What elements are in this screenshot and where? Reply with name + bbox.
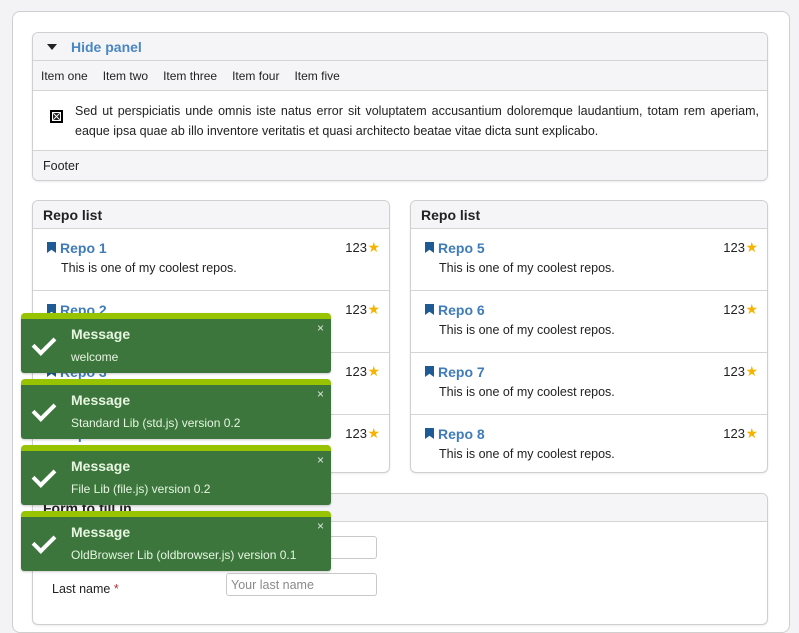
close-icon[interactable]: ×: [317, 519, 324, 533]
repo-list-right: Repo list Repo 5 This is one of my coole…: [410, 200, 768, 473]
panel-body-text: Sed ut perspiciatis unde omnis iste natu…: [75, 103, 759, 138]
star-count: 123: [345, 240, 367, 255]
toast-notification: Message welcome ×: [21, 313, 331, 373]
toast-notification: Message Standard Lib (std.js) version 0.…: [21, 379, 331, 439]
panel-menu: Item one Item two Item three Item four I…: [33, 61, 767, 91]
repo-item: Repo 8 This is one of my coolest repos. …: [411, 415, 767, 472]
toast-title: Message: [71, 524, 131, 540]
toast-title: Message: [71, 326, 131, 342]
last-name-label-text: Last name: [52, 582, 111, 596]
toast-title: Message: [71, 392, 131, 408]
bookmark-icon: [425, 242, 434, 253]
star-icon: ★: [367, 239, 380, 255]
star-count: 123: [723, 302, 745, 317]
menu-item-four[interactable]: Item four: [232, 69, 279, 83]
toast-message: OldBrowser Lib (oldbrowser.js) version 0…: [71, 548, 297, 562]
star-icon: ★: [745, 239, 758, 255]
close-icon[interactable]: ×: [317, 321, 324, 335]
toast-message: welcome: [71, 350, 119, 364]
repo-description: This is one of my coolest repos.: [61, 261, 237, 275]
checkmark-icon: [31, 397, 57, 422]
repo-link[interactable]: Repo 7: [438, 364, 485, 380]
star-icon: ★: [745, 301, 758, 317]
star-count: 123: [345, 302, 367, 317]
bookmark-icon: [425, 428, 434, 439]
panel-footer: Footer: [33, 150, 767, 180]
star-count: 123: [723, 364, 745, 379]
star-count: 123: [345, 426, 367, 441]
star-count: 123: [345, 364, 367, 379]
menu-item-two[interactable]: Item two: [103, 69, 148, 83]
checkmark-icon: [31, 529, 57, 554]
toast-notification: Message File Lib (file.js) version 0.2 ×: [21, 445, 331, 505]
star-icon: ★: [745, 363, 758, 379]
repo-list-title: Repo list: [411, 201, 767, 229]
hide-panel-link[interactable]: Hide panel: [71, 39, 142, 55]
menu-item-one[interactable]: Item one: [41, 69, 88, 83]
panel-header[interactable]: Hide panel: [33, 33, 767, 61]
toast-message: Standard Lib (std.js) version 0.2: [71, 416, 241, 430]
bookmark-icon: [425, 304, 434, 315]
bookmark-icon: [425, 366, 434, 377]
repo-description: This is one of my coolest repos.: [439, 385, 615, 399]
close-icon[interactable]: ×: [317, 453, 324, 467]
repo-description: This is one of my coolest repos.: [439, 447, 615, 461]
repo-item: Repo 6 This is one of my coolest repos. …: [411, 291, 767, 353]
required-mark: *: [113, 582, 119, 596]
close-icon[interactable]: ×: [317, 387, 324, 401]
last-name-label: Last name *: [52, 582, 119, 596]
menu-item-five[interactable]: Item five: [294, 69, 339, 83]
repo-description: This is one of my coolest repos.: [439, 261, 615, 275]
star-icon: ★: [745, 425, 758, 441]
repo-link[interactable]: Repo 5: [438, 240, 485, 256]
repo-item: Repo 5 This is one of my coolest repos. …: [411, 229, 767, 291]
repo-link[interactable]: Repo 1: [60, 240, 107, 256]
bookmark-icon: [47, 242, 56, 253]
menu-item-three[interactable]: Item three: [163, 69, 217, 83]
repo-description: This is one of my coolest repos.: [439, 323, 615, 337]
repo-list-title: Repo list: [33, 201, 389, 229]
star-icon: ★: [367, 425, 380, 441]
repo-link[interactable]: Repo 6: [438, 302, 485, 318]
repo-link[interactable]: Repo 8: [438, 426, 485, 442]
star-icon: ★: [367, 301, 380, 317]
repo-item: Repo 7 This is one of my coolest repos. …: [411, 353, 767, 415]
toast-notification: Message OldBrowser Lib (oldbrowser.js) v…: [21, 511, 331, 571]
broken-image-icon: [50, 110, 63, 123]
toast-message: File Lib (file.js) version 0.2: [71, 482, 211, 496]
caret-down-icon[interactable]: [47, 44, 57, 50]
repo-item: Repo 1 This is one of my coolest repos. …: [33, 229, 389, 291]
star-count: 123: [723, 426, 745, 441]
last-name-input[interactable]: [226, 573, 377, 596]
star-icon: ★: [367, 363, 380, 379]
collapsible-panel: Hide panel Item one Item two Item three …: [32, 32, 768, 181]
toast-title: Message: [71, 458, 131, 474]
panel-body: Sed ut perspiciatis unde omnis iste natu…: [33, 91, 767, 150]
checkmark-icon: [31, 331, 57, 356]
star-count: 123: [723, 240, 745, 255]
checkmark-icon: [31, 463, 57, 488]
